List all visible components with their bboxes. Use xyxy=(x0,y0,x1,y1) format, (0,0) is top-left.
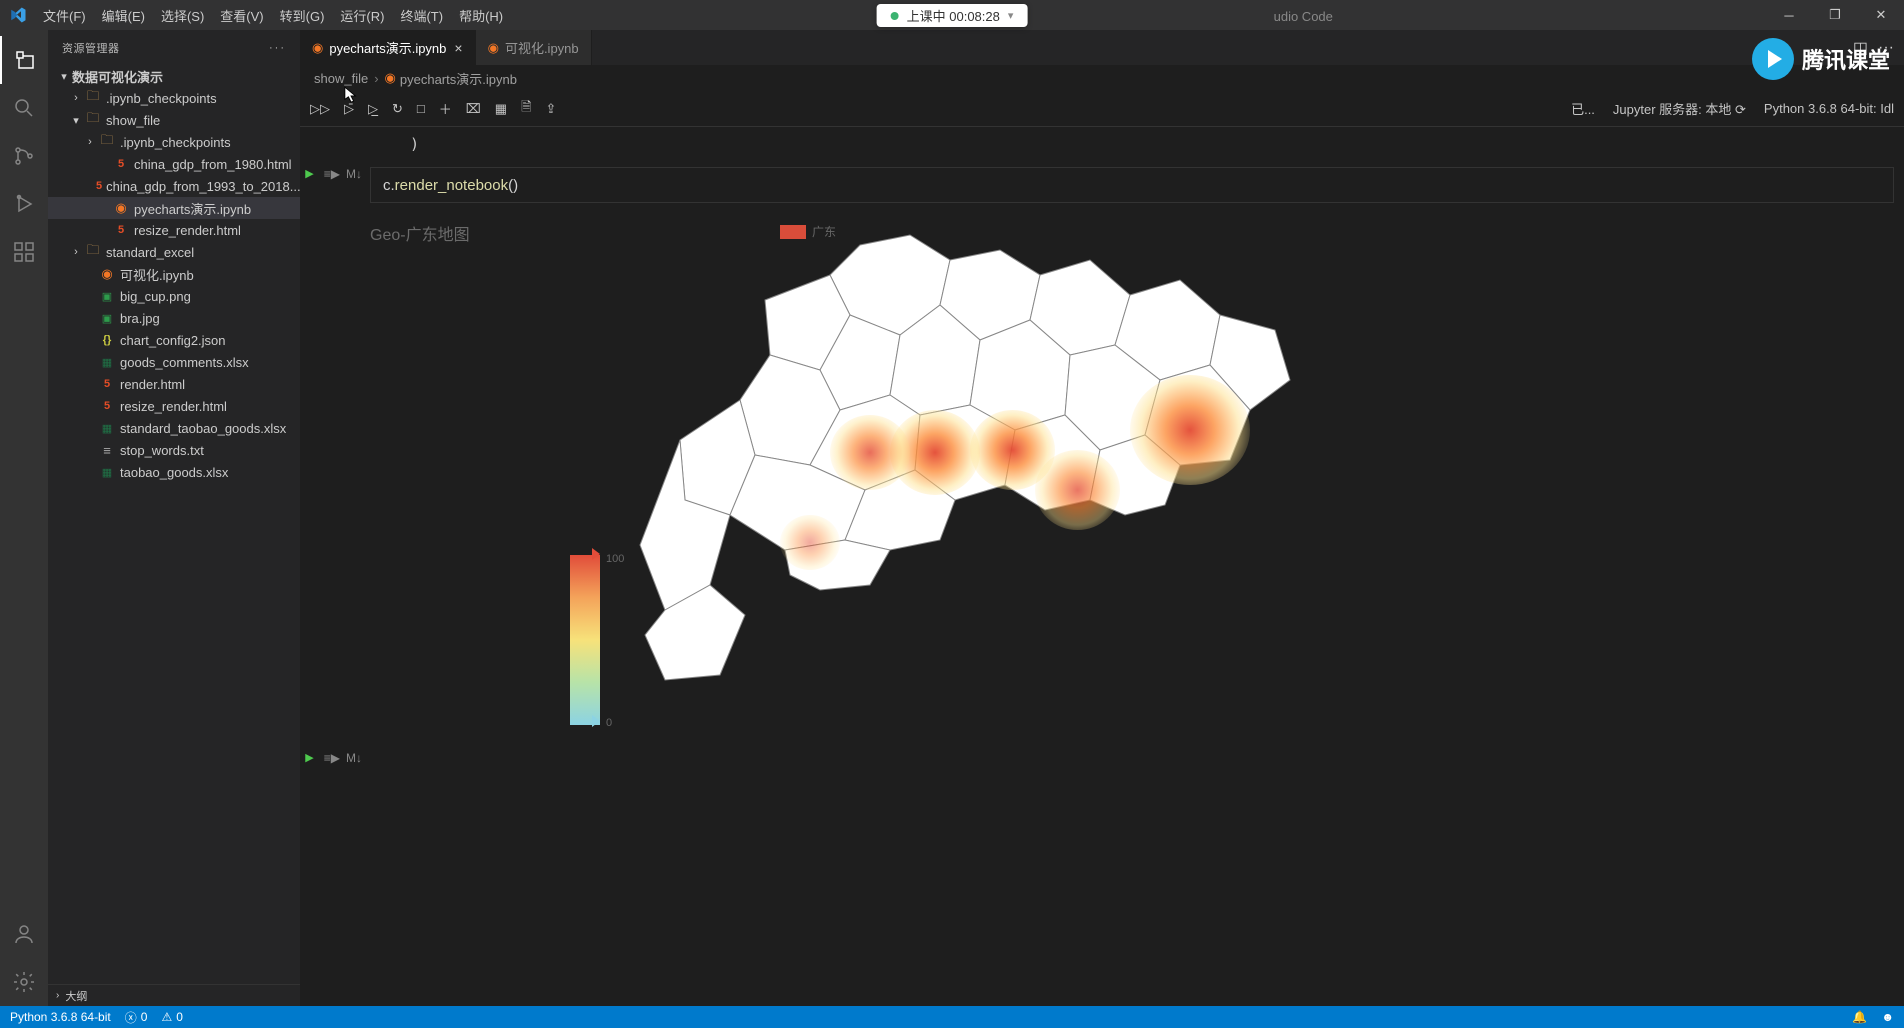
folder-root[interactable]: ▾数据可视化演示 xyxy=(48,65,300,87)
class-status-overlay[interactable]: 上课中 00:08:28 ▾ xyxy=(877,4,1028,27)
chevron-down-icon: ▾ xyxy=(1008,9,1014,22)
status-bar: Python 3.6.8 64-bit ⓧ 0 ⚠ 0 🔔 ☻ xyxy=(0,1006,1904,1028)
main-menu: 文件(F) 编辑(E) 选择(S) 查看(V) 转到(G) 运行(R) 终端(T… xyxy=(35,6,511,25)
folder-item[interactable]: ›🗀.ipynb_checkpoints xyxy=(48,87,300,109)
run-cell-icon[interactable]: ▶ xyxy=(305,167,313,180)
menu-edit[interactable]: 编辑(E) xyxy=(94,6,153,25)
warnings-count[interactable]: ⚠ 0 xyxy=(161,1010,182,1024)
file-item[interactable]: ▦standard_taobao_goods.xlsx xyxy=(48,417,300,439)
markdown-icon[interactable]: M↓ xyxy=(346,167,362,181)
map-chart[interactable]: 100 0 xyxy=(570,215,1330,735)
file-item[interactable]: ▣bra.jpg xyxy=(48,307,300,329)
file-item[interactable]: ▣big_cup.png xyxy=(48,285,300,307)
gear-icon[interactable] xyxy=(0,958,48,1006)
folder-item[interactable]: ›🗀standard_excel xyxy=(48,241,300,263)
tencent-classroom-logo: 腾讯课堂 xyxy=(1752,38,1890,80)
kernel-status[interactable]: Python 3.6.8 64-bit: Idl xyxy=(1764,101,1894,116)
menu-file[interactable]: 文件(F) xyxy=(35,6,94,25)
jupyter-server-status[interactable]: Jupyter 服务器: 本地 ⟳ xyxy=(1613,99,1746,118)
run-all-icon[interactable]: ▷▷ xyxy=(310,101,330,117)
feedback-icon[interactable]: ☻ xyxy=(1881,1010,1894,1024)
visualmap-bar[interactable] xyxy=(570,555,600,725)
debug-icon[interactable] xyxy=(0,180,48,228)
explorer-icon[interactable] xyxy=(0,36,48,84)
visualmap-max-label: 100 xyxy=(606,553,624,565)
cell-5[interactable]: [5] ▶ ≡▶ M↓ xyxy=(300,745,1904,773)
notifications-icon[interactable]: 🔔 xyxy=(1852,1010,1867,1024)
run-line-icon[interactable]: ≡▶ xyxy=(324,751,340,765)
more-icon[interactable]: ··· xyxy=(269,42,286,54)
errors-count[interactable]: ⓧ 0 xyxy=(125,1009,148,1026)
editor-tabs: ◉ pyecharts演示.ipynb × ◉ 可视化.ipynb ◫ ··· xyxy=(300,30,1904,65)
visualmap-top-handle[interactable] xyxy=(592,548,600,560)
interrupt-icon[interactable]: □ xyxy=(417,101,425,116)
jupyter-icon: ◉ xyxy=(488,40,499,56)
menu-go[interactable]: 转到(G) xyxy=(272,6,333,25)
notebook-toolbar: ▷▷ ▷̄ ▷̲ ↻ □ ＋ ⌧ ▦ 🗎 ⇪ 已... Jupyter 服务器:… xyxy=(300,91,1904,127)
python-version[interactable]: Python 3.6.8 64-bit xyxy=(10,1010,111,1024)
breadcrumb[interactable]: show_file› ◉pyecharts演示.ipynb xyxy=(300,65,1904,91)
play-icon xyxy=(1752,38,1794,80)
close-icon[interactable]: × xyxy=(454,40,462,56)
file-item[interactable]: 5china_gdp_from_1993_to_2018.... xyxy=(48,175,300,197)
chart-title: Geo-广东地图 xyxy=(370,221,470,245)
export-icon[interactable]: ⇪ xyxy=(546,101,557,117)
class-status-text: 上课中 00:08:28 xyxy=(907,6,1000,25)
tab-pyecharts[interactable]: ◉ pyecharts演示.ipynb × xyxy=(300,30,476,65)
file-item[interactable]: 5render.html xyxy=(48,373,300,395)
folder-item[interactable]: ▾🗀show_file xyxy=(48,109,300,131)
cell-4-output: Geo-广东地图 广东 xyxy=(370,215,1894,735)
file-item[interactable]: 5china_gdp_from_1980.html xyxy=(48,153,300,175)
code-editor[interactable]: c.render_notebook() xyxy=(370,167,1894,203)
menu-view[interactable]: 查看(V) xyxy=(212,6,271,25)
minimize-button[interactable]: ─ xyxy=(1766,0,1812,30)
trust-status[interactable]: 已... xyxy=(1571,99,1595,118)
vscode-logo-icon xyxy=(0,6,35,24)
account-icon[interactable] xyxy=(0,910,48,958)
maximize-button[interactable]: ❐ xyxy=(1812,0,1858,30)
save-icon[interactable]: 🗎 xyxy=(521,98,531,120)
menu-terminal[interactable]: 终端(T) xyxy=(392,6,451,25)
file-item[interactable]: {}chart_config2.json xyxy=(48,329,300,351)
run-below-icon[interactable]: ▷̲ xyxy=(368,101,378,117)
notebook-body[interactable]: ) [4] ▶ ≡▶ M↓ c.render_notebook() Geo-广东… xyxy=(300,127,1904,1006)
menu-select[interactable]: 选择(S) xyxy=(153,6,212,25)
run-cell-icon[interactable]: ▶ xyxy=(305,751,313,764)
source-control-icon[interactable] xyxy=(0,132,48,180)
sidebar-title: 资源管理器 ··· xyxy=(48,30,300,65)
file-item[interactable]: ≡stop_words.txt xyxy=(48,439,300,461)
file-item[interactable]: 5resize_render.html xyxy=(48,395,300,417)
extensions-icon[interactable] xyxy=(0,228,48,276)
file-item[interactable]: ▦goods_comments.xlsx xyxy=(48,351,300,373)
menu-run[interactable]: 运行(R) xyxy=(332,6,392,25)
run-line-icon[interactable]: ≡▶ xyxy=(324,167,340,181)
markdown-icon[interactable]: M↓ xyxy=(346,751,362,765)
code-fragment: ) xyxy=(300,127,1904,161)
editor-area: ◉ pyecharts演示.ipynb × ◉ 可视化.ipynb ◫ ··· … xyxy=(300,30,1904,1006)
activity-bar xyxy=(0,30,48,1006)
recording-dot-icon xyxy=(891,12,899,20)
file-item[interactable]: ◉pyecharts演示.ipynb xyxy=(48,197,300,219)
jupyter-icon: ◉ xyxy=(312,40,323,56)
visualmap-bottom-handle[interactable] xyxy=(592,715,600,727)
visualmap-min-label: 0 xyxy=(606,717,612,729)
search-icon[interactable] xyxy=(0,84,48,132)
cell-4[interactable]: [4] ▶ ≡▶ M↓ c.render_notebook() xyxy=(300,161,1904,209)
file-tree: ▾数据可视化演示 ›🗀.ipynb_checkpoints▾🗀show_file… xyxy=(48,65,300,483)
restart-icon[interactable]: ↻ xyxy=(392,101,403,117)
window-title: pyecharts演udio Code xyxy=(511,6,1766,25)
tab-visualization[interactable]: ◉ 可视化.ipynb xyxy=(476,30,592,65)
outline-section[interactable]: ›大纲 xyxy=(48,984,300,1006)
clear-output-icon[interactable]: ⌧ xyxy=(466,101,481,117)
file-item[interactable]: ◉可视化.ipynb xyxy=(48,263,300,285)
close-button[interactable]: ✕ xyxy=(1858,0,1904,30)
add-cell-icon[interactable]: ＋ xyxy=(439,99,452,118)
variables-icon[interactable]: ▦ xyxy=(495,101,507,117)
menu-help[interactable]: 帮助(H) xyxy=(451,6,511,25)
file-item[interactable]: ▦taobao_goods.xlsx xyxy=(48,461,300,483)
folder-item[interactable]: ›🗀.ipynb_checkpoints xyxy=(48,131,300,153)
cursor-icon xyxy=(344,86,358,104)
file-item[interactable]: 5resize_render.html xyxy=(48,219,300,241)
explorer-sidebar: 资源管理器 ··· ▾数据可视化演示 ›🗀.ipynb_checkpoints▾… xyxy=(48,30,300,1006)
